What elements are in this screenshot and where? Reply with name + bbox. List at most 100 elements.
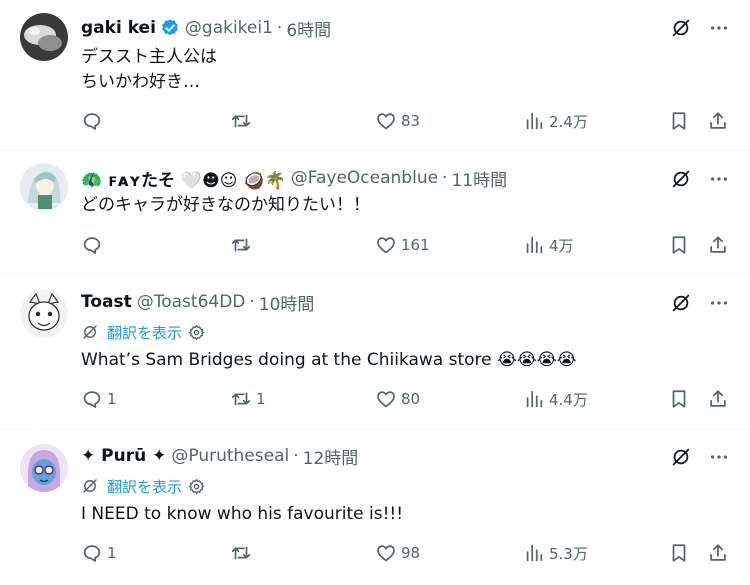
views-button[interactable]: 4万 — [523, 234, 574, 256]
views-count: 4万 — [549, 236, 574, 255]
avatar[interactable] — [20, 163, 68, 211]
retweet-button[interactable] — [230, 110, 256, 132]
like-button[interactable]: 80 — [375, 388, 420, 410]
share-icon — [707, 388, 729, 410]
user-handle[interactable]: @gakikei1 — [185, 18, 273, 38]
reply-button[interactable] — [81, 110, 107, 132]
like-button[interactable]: 161 — [375, 234, 430, 256]
gear-icon[interactable] — [188, 324, 205, 341]
reply-button[interactable] — [81, 234, 107, 256]
separator: · — [276, 18, 283, 38]
display-name[interactable]: 🦚 ꜰᴀʏたそ 🤍☻☺ 🥥🌴 — [81, 166, 286, 191]
views-icon — [523, 110, 545, 132]
timestamp[interactable]: 12時間 — [303, 444, 359, 469]
user-handle[interactable]: @FayeOceanblue — [291, 168, 438, 188]
tweet-actions: 1 1 80 4.4万 — [0, 388, 750, 412]
views-button[interactable]: 5.3万 — [523, 542, 588, 564]
reply-icon — [81, 234, 103, 256]
display-name[interactable]: gaki kei — [81, 18, 156, 38]
share-icon — [707, 110, 729, 132]
like-button[interactable]: 98 — [375, 542, 420, 564]
bookmark-button[interactable] — [668, 110, 690, 132]
separator: · — [293, 446, 299, 466]
bookmark-button[interactable] — [668, 234, 690, 256]
bookmark-button[interactable] — [668, 388, 690, 410]
display-name[interactable]: ✦ Purū ✦ — [81, 446, 166, 466]
tweet-header: 🦚 ꜰᴀʏたそ 🤍☻☺ 🥥🌴 @FayeOceanblue · 11時間 — [81, 166, 734, 191]
share-button[interactable] — [707, 234, 729, 256]
reply-icon — [81, 388, 103, 410]
tweet[interactable]: ✦ Purū ✦ @Purutheseal · 12時間 翻訳を表示 I NEE… — [0, 429, 750, 585]
share-icon — [707, 234, 729, 256]
user-handle[interactable]: @Toast64DD — [137, 292, 246, 312]
reply-button[interactable]: 1 — [81, 542, 117, 564]
share-button[interactable] — [707, 388, 729, 410]
like-count: 161 — [401, 236, 430, 254]
translate-link[interactable]: 翻訳を表示 — [81, 475, 734, 497]
separator: · — [249, 292, 255, 312]
views-icon — [523, 234, 545, 256]
like-count: 80 — [401, 390, 421, 408]
like-button[interactable]: 83 — [375, 110, 420, 132]
avatar[interactable] — [20, 444, 68, 492]
tweet-text-line: どのキャラが好きなのか知りたい！！ — [81, 195, 370, 215]
views-button[interactable]: 4.4万 — [523, 388, 588, 410]
display-name[interactable]: Toast — [81, 292, 132, 312]
tweet-header: ✦ Purū ✦ @Purutheseal · 12時間 — [81, 444, 734, 469]
translate-icon — [81, 323, 99, 341]
retweet-icon — [230, 388, 252, 410]
timeline-feed: gaki kei @gakikei1 · 6時間 デススト主人公は ちいかわ好き… — [0, 0, 750, 585]
translate-label[interactable]: 翻訳を表示 — [107, 476, 182, 497]
bookmark-button[interactable] — [668, 542, 690, 564]
tweet-text: I NEED to know who his favourite is!!! — [81, 502, 734, 527]
reply-count: 1 — [107, 390, 117, 408]
share-button[interactable] — [707, 110, 729, 132]
timestamp[interactable]: 6時間 — [286, 16, 331, 41]
retweet-icon — [230, 110, 252, 132]
share-icon — [707, 542, 729, 564]
tweet[interactable]: gaki kei @gakikei1 · 6時間 デススト主人公は ちいかわ好き… — [0, 0, 750, 151]
translate-icon — [81, 477, 99, 495]
translate-label[interactable]: 翻訳を表示 — [107, 322, 182, 343]
tweet[interactable]: Toast @Toast64DD · 10時間 翻訳を表示 What’s Sam… — [0, 275, 750, 429]
retweet-button[interactable] — [230, 234, 256, 256]
retweet-button[interactable]: 1 — [230, 388, 266, 410]
user-handle[interactable]: @Purutheseal — [171, 446, 289, 466]
tweet-text: どのキャラが好きなのか知りたい！！ — [81, 193, 734, 218]
tweet-text-line: What’s Sam Bridges doing at the Chiikawa… — [81, 350, 577, 370]
avatar[interactable] — [20, 13, 68, 61]
retweet-button[interactable] — [230, 542, 256, 564]
timestamp[interactable]: 11時間 — [451, 166, 507, 191]
tweet-actions: 161 4万 — [0, 234, 750, 258]
views-icon — [523, 388, 545, 410]
tweet-text-line: I NEED to know who his favourite is!!! — [81, 504, 404, 524]
views-count: 5.3万 — [549, 544, 588, 563]
views-button[interactable]: 2.4万 — [523, 110, 588, 132]
like-count: 83 — [401, 112, 421, 130]
views-count: 2.4万 — [549, 112, 588, 131]
translate-link[interactable]: 翻訳を表示 — [81, 321, 734, 343]
like-count: 98 — [401, 544, 421, 562]
tweet-text-line: ちいかわ好き… — [81, 72, 200, 92]
like-icon — [375, 388, 397, 410]
bookmark-icon — [668, 234, 690, 256]
reply-icon — [81, 110, 103, 132]
bookmark-icon — [668, 110, 690, 132]
retweet-count: 1 — [256, 390, 266, 408]
like-icon — [375, 110, 397, 132]
tweet[interactable]: 🦚 ꜰᴀʏたそ 🤍☻☺ 🥥🌴 @FayeOceanblue · 11時間 どのキ… — [0, 151, 750, 275]
separator: · — [442, 168, 448, 188]
verified-badge-icon — [160, 18, 180, 38]
avatar[interactable] — [20, 290, 68, 338]
tweet-actions: 1 98 5.3万 — [0, 542, 750, 566]
reply-icon — [81, 542, 103, 564]
tweet-header: gaki kei @gakikei1 · 6時間 — [81, 16, 734, 41]
share-button[interactable] — [707, 542, 729, 564]
tweet-text: What’s Sam Bridges doing at the Chiikawa… — [81, 348, 734, 373]
like-icon — [375, 234, 397, 256]
reply-count: 1 — [107, 544, 117, 562]
tweet-text-line: デススト主人公は — [81, 47, 217, 67]
reply-button[interactable]: 1 — [81, 388, 117, 410]
gear-icon[interactable] — [188, 478, 205, 495]
timestamp[interactable]: 10時間 — [259, 290, 315, 315]
